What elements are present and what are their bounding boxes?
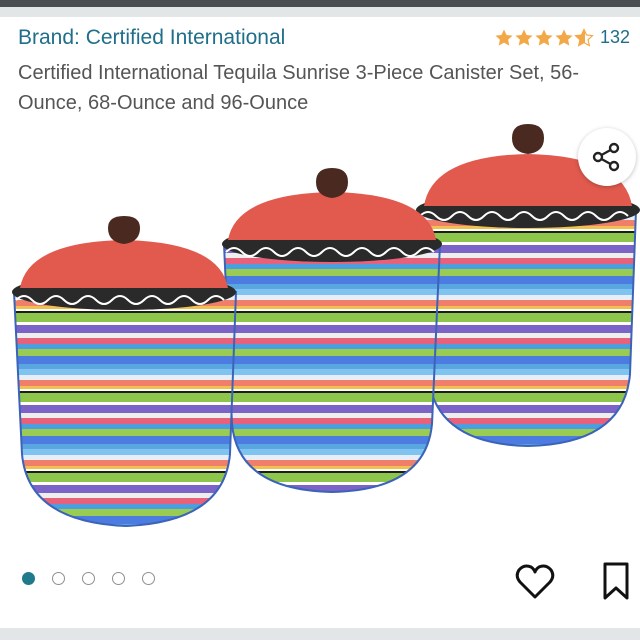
product-title: Certified International Tequila Sunrise …: [18, 62, 580, 114]
image-pagination: [22, 572, 155, 585]
star-full-icon: [514, 28, 534, 48]
share-button[interactable]: [578, 128, 636, 186]
canister-small: [12, 216, 238, 528]
canister-medium: [222, 168, 442, 494]
bottom-divider: [0, 628, 640, 640]
pagination-dot-4[interactable]: [112, 572, 125, 585]
review-count[interactable]: 132: [600, 27, 630, 48]
star-full-icon: [534, 28, 554, 48]
pagination-dot-5[interactable]: [142, 572, 155, 585]
share-icon: [592, 142, 620, 172]
product-image[interactable]: [0, 124, 640, 544]
pagination-dot-2[interactable]: [52, 572, 65, 585]
star-half-icon: [574, 27, 594, 48]
canister-set-image: [12, 124, 640, 528]
star-rating: [494, 27, 594, 48]
pagination-dot-1[interactable]: [22, 572, 35, 585]
bookmark-outline-icon: [603, 562, 629, 600]
save-for-later-button[interactable]: [598, 560, 634, 602]
star-full-icon: [554, 28, 574, 48]
star-full-icon: [494, 28, 514, 48]
pagination-dot-3[interactable]: [82, 572, 95, 585]
brand-link[interactable]: Brand: Certified International: [18, 26, 285, 50]
rating-summary[interactable]: 132: [494, 27, 630, 48]
status-bar: [0, 0, 640, 7]
add-to-wishlist-button[interactable]: [514, 562, 556, 602]
header-divider: [0, 7, 640, 17]
heart-outline-icon: [515, 564, 555, 599]
